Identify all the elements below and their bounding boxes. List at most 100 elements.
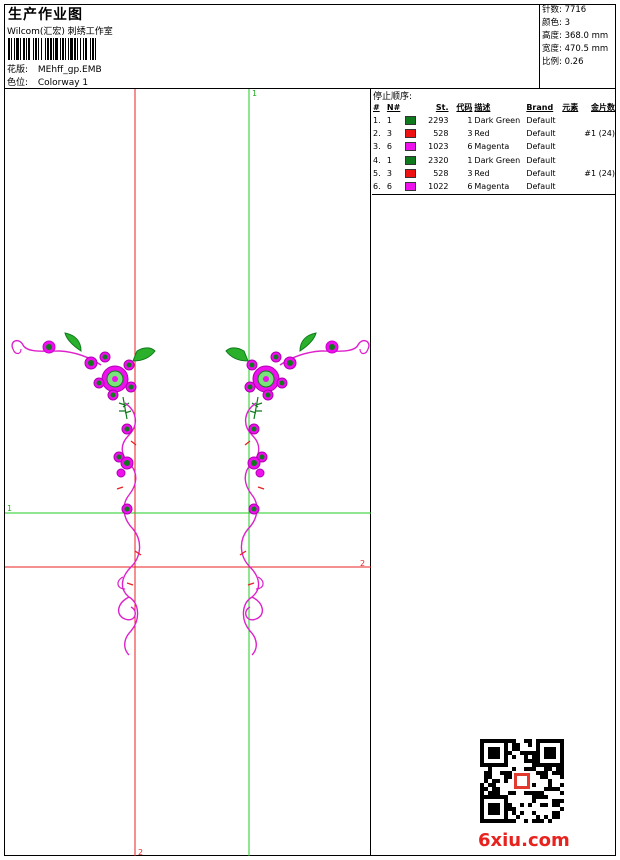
stitch-count: 针数: 7716 xyxy=(542,5,587,15)
colorway-label: 色位: xyxy=(7,78,29,88)
row-element xyxy=(561,127,583,140)
col-element: 元素 xyxy=(562,103,579,112)
pattern-value: MEhff_gp.EMB xyxy=(37,65,102,75)
colorway-row: 色位: Colorway 1 xyxy=(7,75,88,88)
row-description: Dark Green xyxy=(474,116,521,126)
guide-label-red-right: 2 xyxy=(360,559,365,568)
row-needle: 6 xyxy=(386,142,393,152)
row-element xyxy=(561,180,583,193)
page-title: 生产作业图 xyxy=(8,7,83,23)
row-brand: Default xyxy=(526,182,556,192)
col-index: # xyxy=(373,103,380,112)
row-stitches: 528 xyxy=(404,127,450,140)
color-swatch xyxy=(404,116,416,126)
col-code: 代码 xyxy=(456,103,473,112)
qr-code xyxy=(480,739,564,823)
row-sequin xyxy=(583,180,616,193)
row-index: 3. xyxy=(373,142,381,152)
row-index: 5. xyxy=(373,168,381,178)
embroidery-motif-right xyxy=(225,332,370,656)
table-row: 5. 3 528 3 Red Default #1 (24) xyxy=(372,167,616,180)
color-count: 颜色: 3 xyxy=(542,18,570,28)
guide-label-green-top: 1 xyxy=(252,89,257,98)
table-header-row: # N# St. 代码 描述 Brand 元素 金片数 xyxy=(372,101,616,114)
row-element xyxy=(561,154,583,167)
color-swatch xyxy=(404,155,416,165)
row-brand: Default xyxy=(526,155,556,165)
col-sequin: 金片数 xyxy=(591,103,615,112)
row-stitches: 1023 xyxy=(404,140,450,153)
row-sequin xyxy=(583,114,616,127)
barcode-bar xyxy=(96,38,98,60)
stitch-value: 1022 xyxy=(428,182,449,192)
row-needle: 1 xyxy=(386,116,393,126)
row-index: 6. xyxy=(373,182,381,192)
design-width: 宽度: 470.5 mm xyxy=(542,44,609,54)
row-stitches: 528 xyxy=(404,167,450,180)
table-row: 3. 6 1023 6 Magenta Default xyxy=(372,140,616,153)
row-sequin: #1 (24) xyxy=(584,168,615,178)
row-sequin xyxy=(583,140,616,153)
guide-label-green-left: 1 xyxy=(7,504,12,513)
row-code: 1 xyxy=(467,116,473,126)
col-description: 描述 xyxy=(474,103,491,112)
table-divider xyxy=(372,194,616,195)
color-swatch xyxy=(404,129,416,139)
stitch-value: 2320 xyxy=(428,155,449,165)
row-code: 3 xyxy=(467,129,473,139)
design-scale: 比例: 0.26 xyxy=(542,57,584,67)
barcode xyxy=(8,38,154,60)
stitch-value: 528 xyxy=(433,129,449,139)
row-index: 4. xyxy=(373,155,381,165)
row-needle: 3 xyxy=(386,129,393,139)
row-element xyxy=(561,114,583,127)
row-stitches: 1022 xyxy=(404,180,450,193)
row-brand: Default xyxy=(526,142,556,152)
row-index: 2. xyxy=(373,129,381,139)
pattern-label: 花版: xyxy=(7,65,29,75)
stitch-value: 1023 xyxy=(428,142,449,152)
color-swatch xyxy=(404,142,416,152)
table-row: 2. 3 528 3 Red Default #1 (24) xyxy=(372,127,616,140)
row-code: 1 xyxy=(467,155,473,165)
embroidery-canvas: 1 2 1 2 xyxy=(5,89,371,857)
row-description: Magenta xyxy=(474,182,510,192)
design-height: 高度: 368.0 mm xyxy=(542,31,609,41)
stitch-value: 2293 xyxy=(428,116,449,126)
software-subtitle: Wilcom(汇宏) 刺绣工作室 xyxy=(7,27,113,37)
row-description: Red xyxy=(474,129,490,139)
row-needle: 6 xyxy=(386,182,393,192)
row-description: Red xyxy=(474,168,490,178)
table-row: 4. 1 2320 1 Dark Green Default xyxy=(372,154,616,167)
watermark-logo: 6xiu.com xyxy=(478,830,570,851)
stats-panel: 针数: 7716 颜色: 3 高度: 368.0 mm 宽度: 470.5 mm… xyxy=(539,4,616,89)
col-stitches: St. xyxy=(435,103,449,112)
embroidery-motif-left xyxy=(11,332,156,656)
row-description: Dark Green xyxy=(474,155,521,165)
row-needle: 1 xyxy=(386,155,393,165)
row-sequin: #1 (24) xyxy=(584,129,615,139)
row-element xyxy=(561,140,583,153)
guide-label-red-bottom: 2 xyxy=(138,848,143,856)
row-sequin xyxy=(583,154,616,167)
header: 生产作业图 Wilcom(汇宏) 刺绣工作室 花版: MEhff_gp.EMB … xyxy=(4,4,616,89)
colorway-value: Colorway 1 xyxy=(37,78,89,88)
color-swatch xyxy=(404,182,416,192)
row-stitches: 2293 xyxy=(404,114,450,127)
row-needle: 3 xyxy=(386,168,393,178)
stop-sequence-table: # N# St. 代码 描述 Brand 元素 金片数 1. 1 2293 1 Dark… xyxy=(372,101,616,193)
design-preview: 1 2 1 2 xyxy=(5,89,371,857)
row-description: Magenta xyxy=(474,142,510,152)
row-element xyxy=(561,167,583,180)
row-code: 3 xyxy=(467,168,473,178)
row-code: 6 xyxy=(467,142,473,152)
col-brand: Brand xyxy=(526,103,554,112)
row-brand: Default xyxy=(526,116,556,126)
color-swatch xyxy=(404,168,416,178)
row-brand: Default xyxy=(526,129,556,139)
row-brand: Default xyxy=(526,168,556,178)
table-row: 1. 1 2293 1 Dark Green Default xyxy=(372,114,616,127)
stitch-value: 528 xyxy=(433,168,449,178)
row-index: 1. xyxy=(373,116,381,126)
table-row: 6. 6 1022 6 Magenta Default xyxy=(372,180,616,193)
